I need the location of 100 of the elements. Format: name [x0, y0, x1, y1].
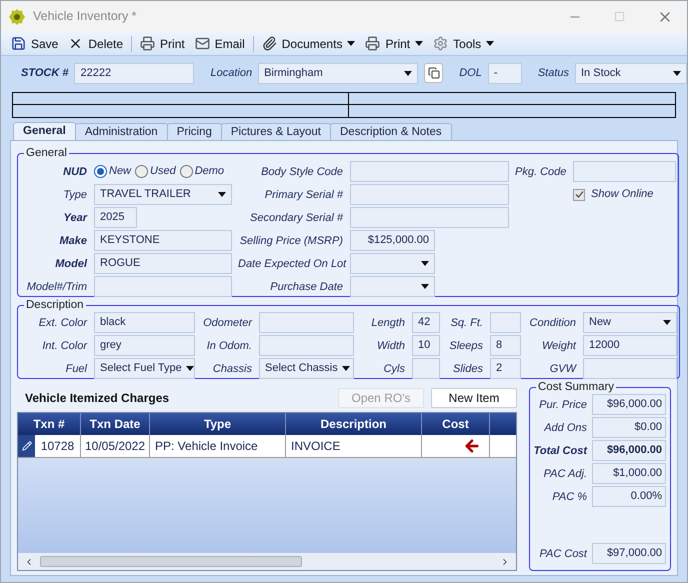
checkbox-label: Show Online — [591, 187, 654, 202]
tab[interactable]: Pictures & Layout — [220, 123, 331, 140]
window-title: Vehicle Inventory * — [33, 8, 137, 26]
toolbar-button[interactable]: Print — [136, 34, 189, 54]
toolbar-button[interactable]: Tools — [429, 34, 498, 54]
field-label: Sq. Ft. — [450, 316, 484, 330]
text-field[interactable]: 2025 — [94, 207, 137, 228]
text-field[interactable] — [412, 358, 440, 379]
mail-icon — [194, 36, 210, 51]
text-field[interactable]: KEYSTONE — [94, 230, 232, 251]
text-field[interactable]: 2 — [490, 358, 521, 379]
group-title: Description — [25, 299, 85, 311]
settings-icon — [433, 36, 448, 51]
text-field[interactable] — [350, 184, 509, 205]
text-field[interactable]: - — [488, 62, 522, 84]
field-label: Chassis — [212, 362, 253, 376]
dropdown[interactable] — [350, 276, 435, 297]
radio-button[interactable] — [135, 165, 148, 178]
text-field[interactable] — [350, 207, 509, 228]
field-label: Total Cost — [532, 444, 588, 458]
table-cell: PP: Vehicle Invoice — [150, 435, 286, 457]
row-indicator[interactable] — [18, 435, 35, 457]
value-field: $0.00 — [592, 417, 666, 438]
group-title: General — [25, 147, 68, 159]
dropdown[interactable]: Birmingham — [258, 62, 418, 84]
toolbar-button[interactable]: Delete — [64, 34, 128, 54]
tab[interactable]: Pricing — [166, 123, 222, 140]
text-field[interactable] — [259, 312, 354, 333]
radio-option[interactable]: New — [94, 163, 132, 180]
text-field[interactable]: grey — [94, 335, 195, 356]
text-field[interactable]: 10 — [412, 335, 440, 356]
checkbox[interactable] — [573, 188, 585, 200]
logo-icon — [9, 8, 25, 24]
field-label: In Odom. — [206, 338, 253, 352]
value-field: $96,000.00 — [592, 394, 666, 415]
dropdown[interactable]: TRAVEL TRAILER — [94, 184, 232, 205]
field-label: Fuel — [64, 362, 88, 376]
field-label: Width — [376, 338, 406, 352]
dropdown[interactable]: Select Chassis — [259, 358, 354, 379]
copy-button[interactable] — [424, 63, 444, 83]
text-field[interactable]: 22222 — [74, 62, 194, 84]
field-label: Slides — [452, 362, 484, 376]
radio-button[interactable] — [94, 165, 107, 178]
scrollbar-thumb[interactable] — [40, 556, 302, 567]
field-label: STOCK # — [21, 66, 68, 81]
tab[interactable]: Administration — [74, 123, 168, 140]
field-label: Ext. Color — [38, 316, 88, 330]
toolbar-button[interactable]: Save — [7, 34, 62, 54]
group-title: Cost Summary — [537, 381, 616, 393]
text-field[interactable]: $125,000.00 — [350, 230, 435, 251]
printer-icon — [365, 36, 380, 51]
radio-option[interactable]: Demo — [180, 163, 224, 180]
toolbar-button[interactable]: Documents — [258, 34, 360, 54]
text-field[interactable] — [490, 312, 521, 333]
save-icon — [11, 36, 26, 51]
text-field[interactable]: 8 — [490, 335, 521, 356]
field-label: Pkg. Code — [515, 164, 567, 178]
field-label: Body Style Code — [260, 164, 344, 178]
table-cell: INVOICE — [286, 435, 422, 457]
text-field[interactable] — [259, 335, 354, 356]
text-field[interactable] — [350, 161, 509, 182]
action-button[interactable]: New Item — [431, 388, 517, 408]
caret-icon — [673, 70, 681, 76]
field-label: Pur. Price — [538, 398, 588, 412]
text-field[interactable]: 42 — [412, 312, 440, 333]
table-cell: 10/05/2022 — [81, 435, 150, 457]
caret-icon — [421, 284, 429, 289]
tab[interactable]: Description & Notes — [330, 123, 452, 140]
text-field[interactable]: 12000 — [583, 335, 677, 356]
caret-icon — [404, 70, 412, 76]
field-label: Primary Serial # — [264, 188, 344, 202]
dropdown[interactable] — [350, 253, 435, 274]
field-label: Make — [58, 234, 88, 248]
text-field[interactable] — [583, 358, 677, 379]
caret-icon — [486, 41, 494, 46]
text-field[interactable]: ROGUE — [94, 253, 232, 274]
dropdown[interactable]: Select Fuel Type — [94, 358, 195, 379]
radio-option[interactable]: Used — [135, 163, 176, 180]
field-label: Status — [538, 66, 569, 81]
field-label: PAC Adj. — [542, 466, 588, 480]
maximize-icon[interactable] — [614, 11, 625, 22]
toolbar-button[interactable]: Print — [361, 34, 428, 54]
field-label: Odometer — [202, 316, 253, 330]
field-label: NUD — [62, 164, 88, 178]
caret-icon — [421, 261, 429, 266]
tab[interactable]: General — [13, 122, 76, 140]
toolbar-button[interactable]: Email — [190, 34, 249, 54]
text-field[interactable] — [573, 161, 676, 182]
field-label: Cyls — [382, 362, 406, 376]
dropdown[interactable]: New — [583, 312, 677, 333]
dropdown[interactable]: In Stock — [575, 62, 687, 84]
value-field: $97,000.00 — [592, 543, 666, 564]
section-title: Vehicle Itemized Charges — [25, 390, 170, 407]
field-label: Location — [210, 66, 252, 81]
radio-button[interactable] — [180, 165, 193, 178]
field-label: Length — [370, 316, 406, 330]
table-cell: 10728 — [35, 435, 81, 457]
text-field[interactable] — [94, 276, 232, 297]
text-field[interactable]: black — [94, 312, 195, 333]
caret-icon — [342, 366, 350, 371]
